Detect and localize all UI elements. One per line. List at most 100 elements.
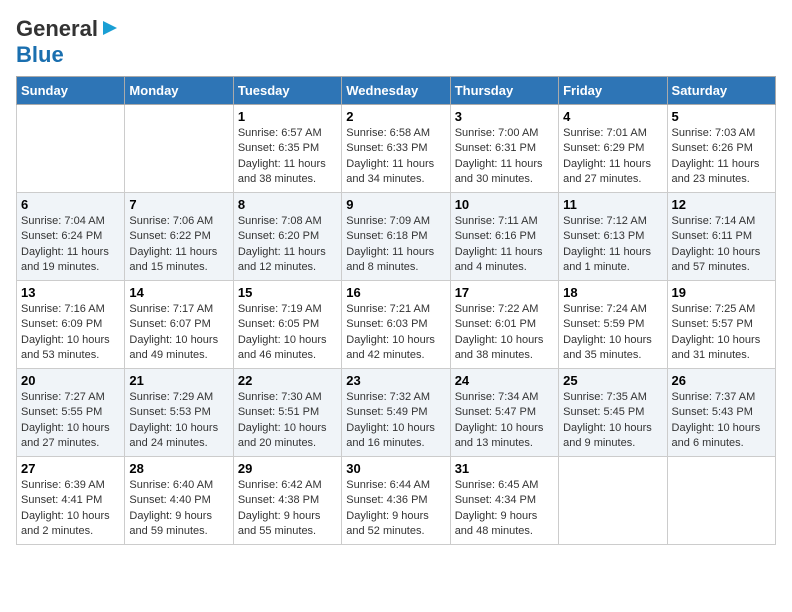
- calendar-cell: 3 Sunrise: 7:00 AMSunset: 6:31 PMDaylight…: [450, 105, 558, 193]
- day-number: 9: [346, 197, 445, 212]
- day-number: 23: [346, 373, 445, 388]
- calendar-cell: 31 Sunrise: 6:45 AMSunset: 4:34 PMDayligh…: [450, 457, 558, 545]
- day-number: 18: [563, 285, 662, 300]
- calendar-cell: [125, 105, 233, 193]
- day-number: 12: [672, 197, 771, 212]
- col-header-wednesday: Wednesday: [342, 77, 450, 105]
- day-number: 6: [21, 197, 120, 212]
- calendar-cell: 26 Sunrise: 7:37 AMSunset: 5:43 PMDayligh…: [667, 369, 775, 457]
- day-info: Sunrise: 7:21 AMSunset: 6:03 PMDaylight:…: [346, 302, 445, 364]
- calendar-cell: 28 Sunrise: 6:40 AMSunset: 4:40 PMDayligh…: [125, 457, 233, 545]
- day-info: Sunrise: 7:11 AMSunset: 6:16 PMDaylight:…: [455, 214, 554, 276]
- calendar-cell: 9 Sunrise: 7:09 AMSunset: 6:18 PMDaylight…: [342, 193, 450, 281]
- calendar-cell: 12 Sunrise: 7:14 AMSunset: 6:11 PMDayligh…: [667, 193, 775, 281]
- calendar-cell: 7 Sunrise: 7:06 AMSunset: 6:22 PMDaylight…: [125, 193, 233, 281]
- day-number: 4: [563, 109, 662, 124]
- calendar-cell: 4 Sunrise: 7:01 AMSunset: 6:29 PMDaylight…: [559, 105, 667, 193]
- day-number: 24: [455, 373, 554, 388]
- col-header-saturday: Saturday: [667, 77, 775, 105]
- calendar-table: SundayMondayTuesdayWednesdayThursdayFrid…: [16, 76, 776, 545]
- calendar-cell: 6 Sunrise: 7:04 AMSunset: 6:24 PMDaylight…: [17, 193, 125, 281]
- day-info: Sunrise: 7:12 AMSunset: 6:13 PMDaylight:…: [563, 214, 662, 276]
- day-info: Sunrise: 7:19 AMSunset: 6:05 PMDaylight:…: [238, 302, 337, 364]
- day-number: 25: [563, 373, 662, 388]
- week-row-5: 27 Sunrise: 6:39 AMSunset: 4:41 PMDayligh…: [17, 457, 776, 545]
- day-info: Sunrise: 6:58 AMSunset: 6:33 PMDaylight:…: [346, 126, 445, 188]
- day-number: 2: [346, 109, 445, 124]
- calendar-cell: [17, 105, 125, 193]
- day-number: 16: [346, 285, 445, 300]
- day-number: 27: [21, 461, 120, 476]
- day-number: 20: [21, 373, 120, 388]
- day-info: Sunrise: 7:24 AMSunset: 5:59 PMDaylight:…: [563, 302, 662, 364]
- calendar-cell: 25 Sunrise: 7:35 AMSunset: 5:45 PMDayligh…: [559, 369, 667, 457]
- day-info: Sunrise: 7:08 AMSunset: 6:20 PMDaylight:…: [238, 214, 337, 276]
- col-header-thursday: Thursday: [450, 77, 558, 105]
- col-header-friday: Friday: [559, 77, 667, 105]
- day-info: Sunrise: 7:04 AMSunset: 6:24 PMDaylight:…: [21, 214, 120, 276]
- day-info: Sunrise: 7:01 AMSunset: 6:29 PMDaylight:…: [563, 126, 662, 188]
- week-row-2: 6 Sunrise: 7:04 AMSunset: 6:24 PMDaylight…: [17, 193, 776, 281]
- calendar-cell: 22 Sunrise: 7:30 AMSunset: 5:51 PMDayligh…: [233, 369, 341, 457]
- day-number: 17: [455, 285, 554, 300]
- day-number: 11: [563, 197, 662, 212]
- day-info: Sunrise: 7:34 AMSunset: 5:47 PMDaylight:…: [455, 390, 554, 452]
- day-number: 28: [129, 461, 228, 476]
- day-number: 14: [129, 285, 228, 300]
- logo-arrow-icon: [101, 19, 119, 42]
- calendar-cell: 8Sunrise: 7:08 AMSunset: 6:20 PMDaylight…: [233, 193, 341, 281]
- day-number: 15: [238, 285, 337, 300]
- calendar-cell: 18 Sunrise: 7:24 AMSunset: 5:59 PMDayligh…: [559, 281, 667, 369]
- day-info: Sunrise: 6:42 AMSunset: 4:38 PMDaylight:…: [238, 478, 337, 540]
- day-info: Sunrise: 7:16 AMSunset: 6:09 PMDaylight:…: [21, 302, 120, 364]
- day-number: 7: [129, 197, 228, 212]
- calendar-cell: 21 Sunrise: 7:29 AMSunset: 5:53 PMDayligh…: [125, 369, 233, 457]
- day-number: 21: [129, 373, 228, 388]
- day-info: Sunrise: 6:45 AMSunset: 4:34 PMDaylight:…: [455, 478, 554, 540]
- day-number: 3: [455, 109, 554, 124]
- day-info: Sunrise: 7:27 AMSunset: 5:55 PMDaylight:…: [21, 390, 120, 452]
- day-info: Sunrise: 7:09 AMSunset: 6:18 PMDaylight:…: [346, 214, 445, 276]
- day-info: Sunrise: 7:29 AMSunset: 5:53 PMDaylight:…: [129, 390, 228, 452]
- calendar-cell: [559, 457, 667, 545]
- calendar-cell: 2 Sunrise: 6:58 AMSunset: 6:33 PMDaylight…: [342, 105, 450, 193]
- day-info: Sunrise: 7:14 AMSunset: 6:11 PMDaylight:…: [672, 214, 771, 276]
- day-info: Sunrise: 7:35 AMSunset: 5:45 PMDaylight:…: [563, 390, 662, 452]
- calendar-cell: 14 Sunrise: 7:17 AMSunset: 6:07 PMDayligh…: [125, 281, 233, 369]
- calendar-cell: 15 Sunrise: 7:19 AMSunset: 6:05 PMDayligh…: [233, 281, 341, 369]
- logo-general: General: [16, 16, 98, 42]
- calendar-cell: 5Sunrise: 7:03 AMSunset: 6:26 PMDaylight…: [667, 105, 775, 193]
- col-header-tuesday: Tuesday: [233, 77, 341, 105]
- week-row-1: 1 Sunrise: 6:57 AMSunset: 6:35 PMDaylight…: [17, 105, 776, 193]
- day-info: Sunrise: 6:40 AMSunset: 4:40 PMDaylight:…: [129, 478, 228, 540]
- day-info: Sunrise: 7:06 AMSunset: 6:22 PMDaylight:…: [129, 214, 228, 276]
- calendar-cell: 17 Sunrise: 7:22 AMSunset: 6:01 PMDayligh…: [450, 281, 558, 369]
- day-info: Sunrise: 7:30 AMSunset: 5:51 PMDaylight:…: [238, 390, 337, 452]
- day-number: 19: [672, 285, 771, 300]
- day-number: 26: [672, 373, 771, 388]
- day-info: Sunrise: 7:37 AMSunset: 5:43 PMDaylight:…: [672, 390, 771, 452]
- col-header-monday: Monday: [125, 77, 233, 105]
- day-info: Sunrise: 7:22 AMSunset: 6:01 PMDaylight:…: [455, 302, 554, 364]
- day-info: Sunrise: 6:44 AMSunset: 4:36 PMDaylight:…: [346, 478, 445, 540]
- calendar-cell: 20 Sunrise: 7:27 AMSunset: 5:55 PMDayligh…: [17, 369, 125, 457]
- day-number: 22: [238, 373, 337, 388]
- col-header-sunday: Sunday: [17, 77, 125, 105]
- logo-blue: Blue: [16, 42, 64, 67]
- day-number: 1: [238, 109, 337, 124]
- day-info: Sunrise: 6:57 AMSunset: 6:35 PMDaylight:…: [238, 126, 337, 188]
- week-row-3: 13Sunrise: 7:16 AMSunset: 6:09 PMDayligh…: [17, 281, 776, 369]
- day-info: Sunrise: 7:00 AMSunset: 6:31 PMDaylight:…: [455, 126, 554, 188]
- week-row-4: 20 Sunrise: 7:27 AMSunset: 5:55 PMDayligh…: [17, 369, 776, 457]
- day-info: Sunrise: 6:39 AMSunset: 4:41 PMDaylight:…: [21, 478, 120, 540]
- day-info: Sunrise: 7:17 AMSunset: 6:07 PMDaylight:…: [129, 302, 228, 364]
- day-info: Sunrise: 7:32 AMSunset: 5:49 PMDaylight:…: [346, 390, 445, 452]
- day-number: 10: [455, 197, 554, 212]
- calendar-cell: 11 Sunrise: 7:12 AMSunset: 6:13 PMDayligh…: [559, 193, 667, 281]
- day-number: 5: [672, 109, 771, 124]
- logo: General Blue: [16, 16, 119, 68]
- day-number: 31: [455, 461, 554, 476]
- calendar-cell: 19Sunrise: 7:25 AMSunset: 5:57 PMDayligh…: [667, 281, 775, 369]
- day-number: 29: [238, 461, 337, 476]
- calendar-cell: 29 Sunrise: 6:42 AMSunset: 4:38 PMDayligh…: [233, 457, 341, 545]
